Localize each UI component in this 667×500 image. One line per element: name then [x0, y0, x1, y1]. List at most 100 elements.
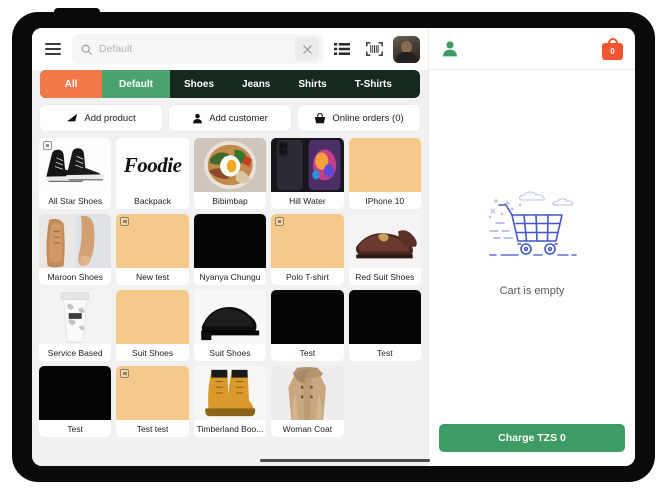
- product-card[interactable]: Suit Shoes: [116, 290, 189, 361]
- product-card[interactable]: Maroon Shoes: [39, 214, 112, 285]
- cart-empty-text: Cart is empty: [499, 285, 565, 297]
- tab-shoes[interactable]: Shoes: [170, 70, 228, 98]
- product-card[interactable]: Woman Coat: [271, 366, 344, 437]
- product-thumbnail: [39, 214, 112, 268]
- product-image-placeholder-badge-icon: [275, 217, 285, 226]
- product-thumbnail: Foodie: [116, 138, 189, 192]
- product-grid-scroll[interactable]: All Star Shoes Foodie Backpack Bibimbap Hill…: [32, 138, 428, 466]
- cart-top-bar: 0: [429, 28, 635, 70]
- product-thumbnail: [116, 214, 189, 268]
- product-card[interactable]: Bibimbap: [193, 138, 267, 209]
- product-name-text: IPhone 10: [365, 195, 405, 206]
- product-card[interactable]: Test test: [116, 366, 189, 437]
- add-product-label: Add product: [84, 112, 136, 124]
- product-card[interactable]: Timberland Boo...: [193, 366, 267, 437]
- person-icon: [443, 40, 457, 56]
- product-name: Suit Shoes: [116, 344, 188, 361]
- product-card[interactable]: Nyanya Chungu: [193, 214, 267, 285]
- product-card[interactable]: IPhone 10: [348, 138, 421, 209]
- online-orders-button[interactable]: Online orders (0): [298, 105, 420, 131]
- hamburger-menu-icon[interactable]: [40, 36, 66, 62]
- clear-search-button[interactable]: [295, 37, 319, 61]
- user-avatar[interactable]: [393, 35, 420, 63]
- empty-cart-illustration: [488, 191, 577, 256]
- product-thumbnail: [193, 214, 267, 268]
- product-name-text: Test test: [136, 423, 169, 434]
- product-card[interactable]: Test: [271, 290, 344, 361]
- product-name-text: Red Suit Shoes: [355, 271, 415, 282]
- add-product-button[interactable]: Add product: [40, 105, 162, 131]
- cart-pane: 0 Cart is empty Charge TZS 0: [428, 28, 635, 466]
- tab-shirts[interactable]: Shirts: [284, 70, 340, 98]
- person-icon: [193, 113, 203, 123]
- charge-button[interactable]: Charge TZS 0: [439, 424, 625, 452]
- product-thumbnail: [193, 138, 267, 192]
- search-bar[interactable]: [72, 34, 323, 64]
- product-card[interactable]: Service Based: [39, 290, 112, 361]
- product-name-text: Service Based: [47, 347, 103, 358]
- product-name-text: All Star Shoes: [48, 195, 103, 206]
- product-card[interactable]: Suit Shoes: [193, 290, 267, 361]
- action-buttons-row: Add product Add customer Online orders (…: [32, 98, 428, 138]
- catalog-pane: All Default Shoes Jeans Shirts T-Shirts …: [32, 28, 430, 466]
- product-name-text: Woman Coat: [282, 423, 333, 434]
- product-name-text: Maroon Shoes: [47, 271, 103, 282]
- horizontal-scrollbar-thumb[interactable]: [260, 459, 430, 462]
- product-name: Test: [271, 344, 343, 361]
- product-name: IPhone 10: [349, 192, 421, 209]
- close-x-icon: [302, 44, 312, 54]
- product-name-text: Polo T-shirt: [285, 271, 329, 282]
- product-thumbnail: [348, 290, 421, 344]
- top-bar: [32, 28, 428, 70]
- device-screen: All Default Shoes Jeans Shirts T-Shirts …: [32, 28, 635, 466]
- tab-jeans[interactable]: Jeans: [228, 70, 284, 98]
- product-name: Service Based: [39, 344, 111, 361]
- product-thumbnail: [271, 138, 344, 192]
- product-name: Timberland Boo...: [194, 420, 266, 437]
- tab-tshirts[interactable]: T-Shirts: [341, 70, 406, 98]
- product-name: Test: [39, 420, 111, 437]
- product-name-text: Test: [377, 347, 393, 358]
- horizontal-scrollbar-track: [42, 459, 430, 464]
- category-tabs[interactable]: All Default Shoes Jeans Shirts T-Shirts: [40, 70, 420, 98]
- product-card[interactable]: Foodie Backpack: [116, 138, 189, 209]
- product-card[interactable]: Red Suit Shoes: [348, 214, 421, 285]
- add-product-icon: [67, 113, 78, 122]
- product-thumbnail: [116, 290, 189, 344]
- product-name-text: Suit Shoes: [209, 347, 251, 358]
- product-card[interactable]: Polo T-shirt: [271, 214, 344, 285]
- product-name: Suit Shoes: [194, 344, 266, 361]
- product-name-text: Timberland Boo...: [196, 423, 264, 434]
- product-card[interactable]: Test: [39, 366, 112, 437]
- cart-footer: Charge TZS 0: [429, 414, 635, 466]
- product-thumbnail: [193, 366, 267, 420]
- barcode-scan-button[interactable]: [361, 36, 387, 62]
- product-thumbnail: [193, 290, 267, 344]
- list-view-button[interactable]: [329, 36, 355, 62]
- shopping-bag-button[interactable]: 0: [602, 37, 623, 60]
- product-name: Nyanya Chungu: [194, 268, 266, 285]
- online-orders-label: Online orders (0): [332, 112, 404, 124]
- product-thumbnail: [39, 138, 112, 192]
- product-thumbnail: [39, 366, 112, 420]
- product-name-text: Hill Water: [289, 195, 326, 206]
- product-name-text: Test: [299, 347, 316, 358]
- device-frame: All Default Shoes Jeans Shirts T-Shirts …: [12, 8, 655, 482]
- tab-default[interactable]: Default: [102, 70, 170, 98]
- product-card[interactable]: New test: [116, 214, 189, 285]
- product-thumbnail: [271, 214, 344, 268]
- tab-all[interactable]: All: [40, 70, 102, 98]
- select-customer-button[interactable]: [441, 40, 459, 58]
- product-card[interactable]: Test: [348, 290, 421, 361]
- product-name-text: New test: [136, 271, 170, 282]
- product-name: New test: [116, 268, 188, 285]
- add-customer-button[interactable]: Add customer: [169, 105, 291, 131]
- barcode-scan-icon: [365, 42, 383, 56]
- search-input[interactable]: [99, 43, 289, 55]
- product-name: All Star Shoes: [39, 192, 111, 209]
- product-name: Bibimbap: [194, 192, 266, 209]
- basket-icon: [315, 112, 326, 123]
- product-card[interactable]: All Star Shoes: [39, 138, 112, 209]
- product-name: Maroon Shoes: [39, 268, 111, 285]
- product-card[interactable]: Hill Water: [271, 138, 344, 209]
